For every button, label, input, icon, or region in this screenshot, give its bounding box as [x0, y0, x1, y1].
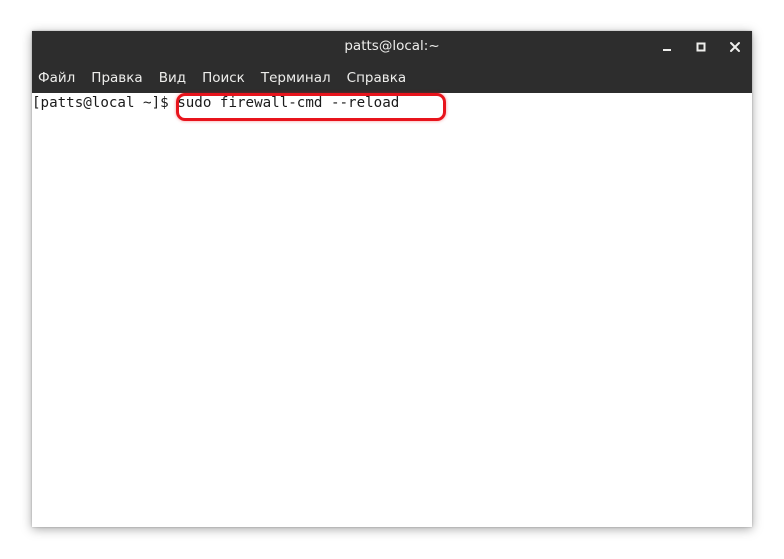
menu-view[interactable]: Вид — [151, 66, 194, 91]
titlebar[interactable]: patts@local:~ — [32, 31, 752, 63]
menu-terminal[interactable]: Терминал — [253, 66, 339, 91]
maximize-button[interactable] — [692, 38, 710, 56]
maximize-icon — [696, 42, 706, 52]
menu-file[interactable]: Файл — [32, 66, 83, 91]
menu-edit[interactable]: Правка — [83, 66, 150, 91]
window-title: patts@local:~ — [344, 38, 440, 54]
close-icon — [730, 42, 740, 52]
minimize-icon — [663, 49, 671, 51]
menu-help[interactable]: Справка — [339, 66, 414, 91]
terminal-line: [patts@local ~]$ sudo firewall-cmd --rel… — [32, 93, 399, 113]
menu-search[interactable]: Поиск — [194, 66, 253, 91]
close-button[interactable] — [726, 38, 744, 56]
shell-prompt: [patts@local ~]$ — [32, 95, 169, 111]
terminal-window: patts@local:~ Файл Правка Вид Поиск Терм… — [32, 31, 752, 527]
shell-command: sudo firewall-cmd --reload — [168, 95, 400, 111]
menubar: Файл Правка Вид Поиск Терминал Справка — [32, 63, 752, 93]
terminal-area[interactable]: [patts@local ~]$ sudo firewall-cmd --rel… — [32, 93, 752, 527]
minimize-button[interactable] — [658, 38, 676, 56]
